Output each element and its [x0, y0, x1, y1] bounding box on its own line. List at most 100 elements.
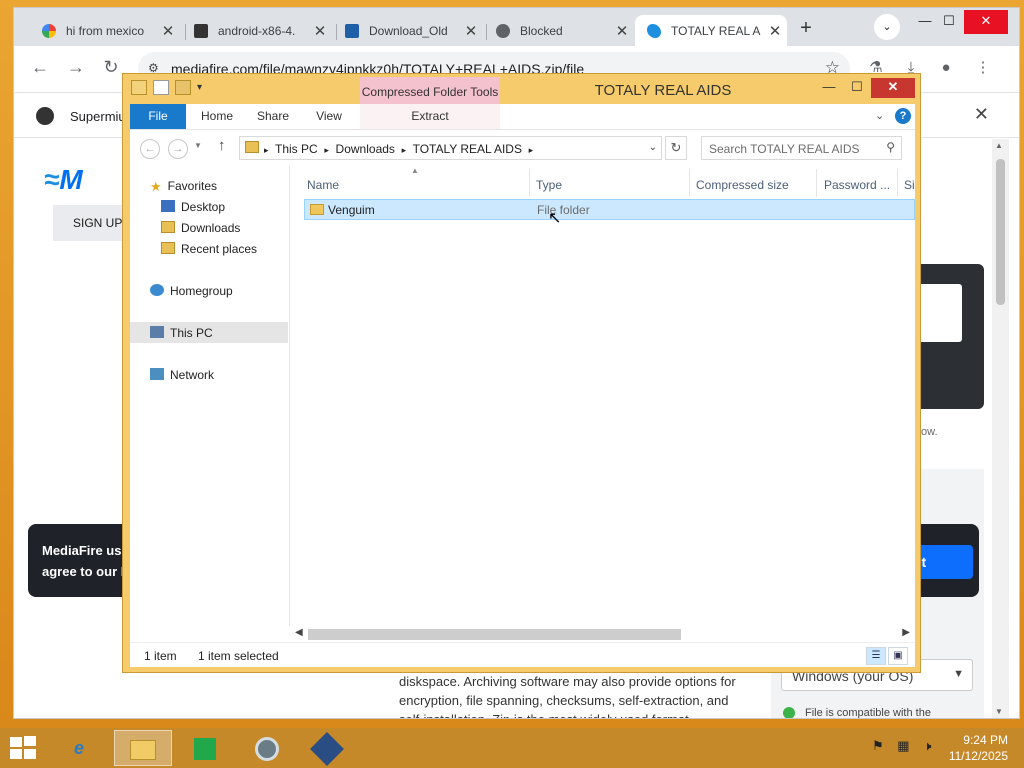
tab-totaly-real-aids[interactable]: TOTALY REAL A ✕	[635, 15, 787, 46]
column-header-size[interactable]: Si	[904, 178, 915, 192]
ribbon-tab-file[interactable]: File	[130, 104, 186, 129]
breadcrumb-this-pc[interactable]: This PC	[275, 142, 318, 156]
reload-button[interactable]: ↻	[99, 56, 123, 80]
explorer-close-button[interactable]: ✕	[871, 78, 915, 98]
scrollbar-thumb[interactable]	[996, 159, 1005, 305]
close-window-button[interactable]: ✕	[964, 10, 1008, 34]
column-divider[interactable]	[529, 169, 530, 197]
tab-hi-from-mexico[interactable]: hi from mexico ✕	[30, 15, 180, 46]
ribbon-tab-view[interactable]: View	[304, 104, 354, 129]
tab-search-button[interactable]: ⌄	[874, 14, 900, 40]
scroll-up-icon[interactable]: ▲	[995, 141, 1003, 150]
how-text: ow.	[921, 426, 938, 438]
nav-item-favorites[interactable]: ★ Favorites	[150, 179, 217, 194]
store-icon[interactable]	[176, 730, 234, 766]
nav-item-this-pc[interactable]: This PC	[150, 326, 213, 340]
back-button[interactable]: ←	[28, 56, 52, 80]
column-header-type[interactable]: Type	[536, 178, 562, 192]
breadcrumb-downloads[interactable]: Downloads	[336, 142, 395, 156]
column-header-name[interactable]: Name	[307, 178, 339, 192]
nav-item-recent-places[interactable]: Recent places	[161, 242, 257, 256]
windows-logo-icon	[10, 737, 22, 747]
explorer-address-bar[interactable]: ▸ This PC ▸ Downloads ▸ TOTALY REAL AIDS…	[239, 136, 662, 160]
column-header-password[interactable]: Password ...	[824, 178, 890, 192]
help-icon[interactable]: ?	[895, 108, 911, 124]
tab-blocked[interactable]: Blocked ✕	[484, 15, 634, 46]
scroll-right-icon[interactable]: ▶	[902, 627, 910, 638]
start-button[interactable]	[10, 736, 38, 760]
navigation-pane: ★ Favorites Desktop Downloads Recent plac…	[130, 166, 290, 640]
address-row: ← → ▼ ↑ ▸ This PC ▸ Downloads ▸ TOTALY R…	[130, 129, 915, 166]
nav-item-homegroup[interactable]: Homegroup	[150, 284, 233, 298]
ribbon-tabs: File Home Share View Extract ⌄ ?	[130, 104, 915, 129]
tab-download-old[interactable]: Download_Old ✕	[333, 15, 483, 46]
windows-logo-part	[24, 736, 36, 746]
nav-item-downloads[interactable]: Downloads	[161, 221, 240, 235]
scroll-down-icon[interactable]: ▼	[995, 707, 1003, 716]
explorer-search-box[interactable]: Search TOTALY REAL AIDS ⚲	[701, 136, 902, 160]
nav-item-network[interactable]: Network	[150, 368, 214, 382]
sign-up-button[interactable]: SIGN UP	[53, 205, 133, 241]
recent-locations-icon[interactable]: ▼	[194, 141, 202, 150]
properties-icon[interactable]	[153, 80, 169, 95]
maximize-button[interactable]: ☐	[932, 10, 966, 34]
virtualbox-icon[interactable]	[298, 730, 356, 767]
windows-logo-part	[10, 749, 22, 759]
archive-icon	[194, 23, 208, 38]
explorer-minimize-button[interactable]: —	[815, 78, 843, 98]
chrome-browser-icon[interactable]	[238, 730, 296, 766]
tab-close-icon[interactable]: ✕	[308, 22, 332, 40]
column-header-compressed-size[interactable]: Compressed size	[696, 178, 789, 192]
explorer-maximize-button[interactable]: ☐	[843, 78, 871, 98]
forward-button[interactable]: →	[64, 56, 88, 80]
info-bar-close-icon[interactable]: ✕	[974, 104, 989, 125]
large-icons-view-icon[interactable]: ▣	[888, 647, 908, 665]
refresh-icon[interactable]: ↻	[665, 136, 687, 160]
action-center-flag-icon[interactable]: ⚑	[872, 738, 884, 753]
chevron-down-icon: ▼	[953, 668, 964, 680]
column-divider[interactable]	[897, 169, 898, 197]
file-list-pane: ▲ Name Type Compressed size Password ...…	[290, 166, 915, 640]
new-tab-button[interactable]: +	[793, 16, 819, 42]
tab-close-icon[interactable]: ✕	[156, 22, 180, 40]
blocked-icon	[496, 23, 510, 38]
forward-arrow-icon[interactable]: →	[168, 139, 188, 159]
network-tray-icon[interactable]: ▦	[897, 738, 909, 753]
qat-dropdown-icon[interactable]: ▾	[197, 82, 202, 93]
up-arrow-icon[interactable]: ↑	[218, 137, 226, 154]
column-divider[interactable]	[689, 169, 690, 197]
column-divider[interactable]	[816, 169, 817, 197]
ribbon-expand-icon[interactable]: ⌄	[875, 109, 884, 122]
folder-icon[interactable]	[131, 80, 147, 95]
breadcrumb-totaly-real-aids[interactable]: TOTALY REAL AIDS	[413, 142, 522, 156]
page-scrollbar[interactable]: ▲ ▼	[992, 139, 1009, 718]
scroll-left-icon[interactable]: ◀	[295, 627, 303, 638]
internet-explorer-icon[interactable]: e	[50, 730, 108, 766]
horizontal-scrollbar[interactable]: ◀ ▶	[130, 626, 915, 642]
file-type: File folder	[537, 203, 590, 217]
menu-kebab-icon[interactable]: ⋮	[971, 56, 995, 80]
profile-avatar-icon[interactable]: ●	[934, 56, 958, 80]
clock[interactable]: 9:24 PM 11/12/2025	[948, 732, 1008, 764]
back-arrow-icon[interactable]: ←	[140, 139, 160, 159]
file-row[interactable]: Venguim File folder	[304, 199, 915, 220]
ribbon-tab-extract[interactable]: Extract	[360, 104, 500, 129]
ribbon-tab-share[interactable]: Share	[248, 104, 298, 129]
volume-muted-icon[interactable]: 🕨	[923, 738, 931, 753]
nav-item-desktop[interactable]: Desktop	[161, 200, 225, 214]
details-view-icon[interactable]: ☰	[866, 647, 886, 665]
tab-close-icon[interactable]: ✕	[763, 22, 787, 40]
tab-android-x86[interactable]: android-x86-4. ✕	[182, 15, 332, 46]
mediafire-logo[interactable]: ≈M	[44, 164, 104, 200]
scrollbar-thumb[interactable]	[308, 629, 681, 640]
desktop-icon	[161, 200, 175, 212]
logo-text: M	[59, 164, 83, 195]
tab-close-icon[interactable]: ✕	[459, 22, 483, 40]
tab-close-icon[interactable]: ✕	[610, 22, 634, 40]
homegroup-icon	[150, 284, 164, 296]
new-folder-icon[interactable]	[175, 80, 191, 95]
sort-indicator-icon: ▲	[411, 166, 419, 175]
address-dropdown-icon[interactable]: ⌄	[649, 142, 657, 153]
file-explorer-icon[interactable]	[114, 730, 172, 766]
ribbon-tab-home[interactable]: Home	[192, 104, 242, 129]
